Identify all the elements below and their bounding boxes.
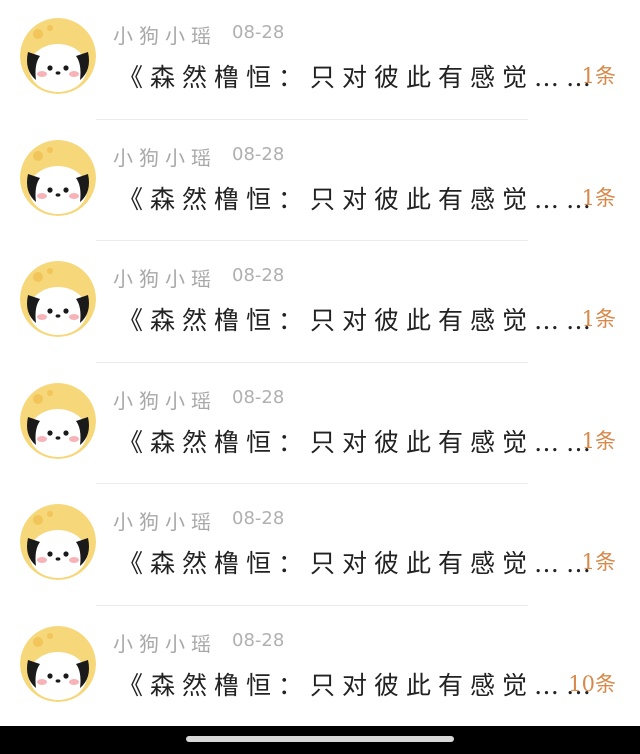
message-count: 1条 [581, 64, 616, 88]
sender-name: 小狗小瑶 [113, 24, 217, 48]
sender-name: 小狗小瑶 [113, 145, 217, 170]
list-item[interactable]: 小狗小瑶 08-28 《森然橹恒：只对彼此有感觉…… 1条 [0, 122, 640, 244]
sender-name: 小狗小瑶 [113, 631, 217, 656]
list-item[interactable]: 小狗小瑶 08-28 《森然橹恒：只对彼此有感觉…… 10条 [0, 608, 640, 730]
message-list: 小狗小瑶 08-28 《森然橹恒：只对彼此有感觉…… 1条 小狗小瑶 08-28 [0, 0, 640, 729]
message-count: 10条 [568, 671, 616, 696]
message-date: 08-28 [232, 143, 285, 165]
divider [96, 361, 528, 363]
puppy-avatar-icon[interactable] [20, 504, 96, 580]
puppy-avatar-icon[interactable] [20, 261, 96, 337]
divider [96, 118, 528, 120]
message-count: 1条 [581, 550, 616, 574]
message-count: 1条 [581, 428, 616, 453]
message-preview: 《森然橹恒：只对彼此有感觉…… [118, 427, 599, 457]
list-item[interactable]: 小狗小瑶 08-28 《森然橹恒：只对彼此有感觉…… 1条 [0, 0, 640, 122]
divider [96, 483, 528, 484]
message-preview: 《森然橹恒：只对彼此有感觉…… [118, 670, 599, 700]
puppy-avatar-icon[interactable] [20, 139, 96, 216]
list-item[interactable]: 小狗小瑶 08-28 《森然橹恒：只对彼此有感觉…… 1条 [0, 365, 640, 487]
message-count: 1条 [581, 185, 616, 210]
list-item[interactable]: 小狗小瑶 08-28 《森然橹恒：只对彼此有感觉…… 1条 [0, 486, 640, 608]
home-indicator[interactable] [186, 736, 454, 742]
message-preview: 《森然橹恒：只对彼此有感觉…… [118, 549, 599, 578]
sender-name: 小狗小瑶 [113, 267, 217, 291]
sender-name: 小狗小瑶 [113, 388, 217, 413]
list-item[interactable]: 小狗小瑶 08-28 《森然橹恒：只对彼此有感觉…… 1条 [0, 243, 640, 365]
system-nav-bar [0, 726, 640, 754]
message-date: 08-28 [232, 22, 285, 43]
message-date: 08-28 [232, 508, 285, 529]
divider [96, 240, 528, 241]
message-date: 08-28 [232, 265, 285, 286]
message-count: 1条 [581, 307, 616, 331]
puppy-avatar-icon[interactable] [20, 625, 96, 702]
divider [96, 604, 528, 606]
puppy-avatar-icon[interactable] [20, 382, 96, 459]
message-preview: 《森然橹恒：只对彼此有感觉…… [118, 63, 599, 92]
sender-name: 小狗小瑶 [113, 510, 217, 534]
message-preview: 《森然橹恒：只对彼此有感觉…… [118, 184, 599, 214]
message-date: 08-28 [232, 629, 285, 651]
puppy-avatar-icon[interactable] [20, 18, 96, 94]
message-date: 08-28 [232, 386, 285, 408]
message-preview: 《森然橹恒：只对彼此有感觉…… [118, 306, 599, 335]
